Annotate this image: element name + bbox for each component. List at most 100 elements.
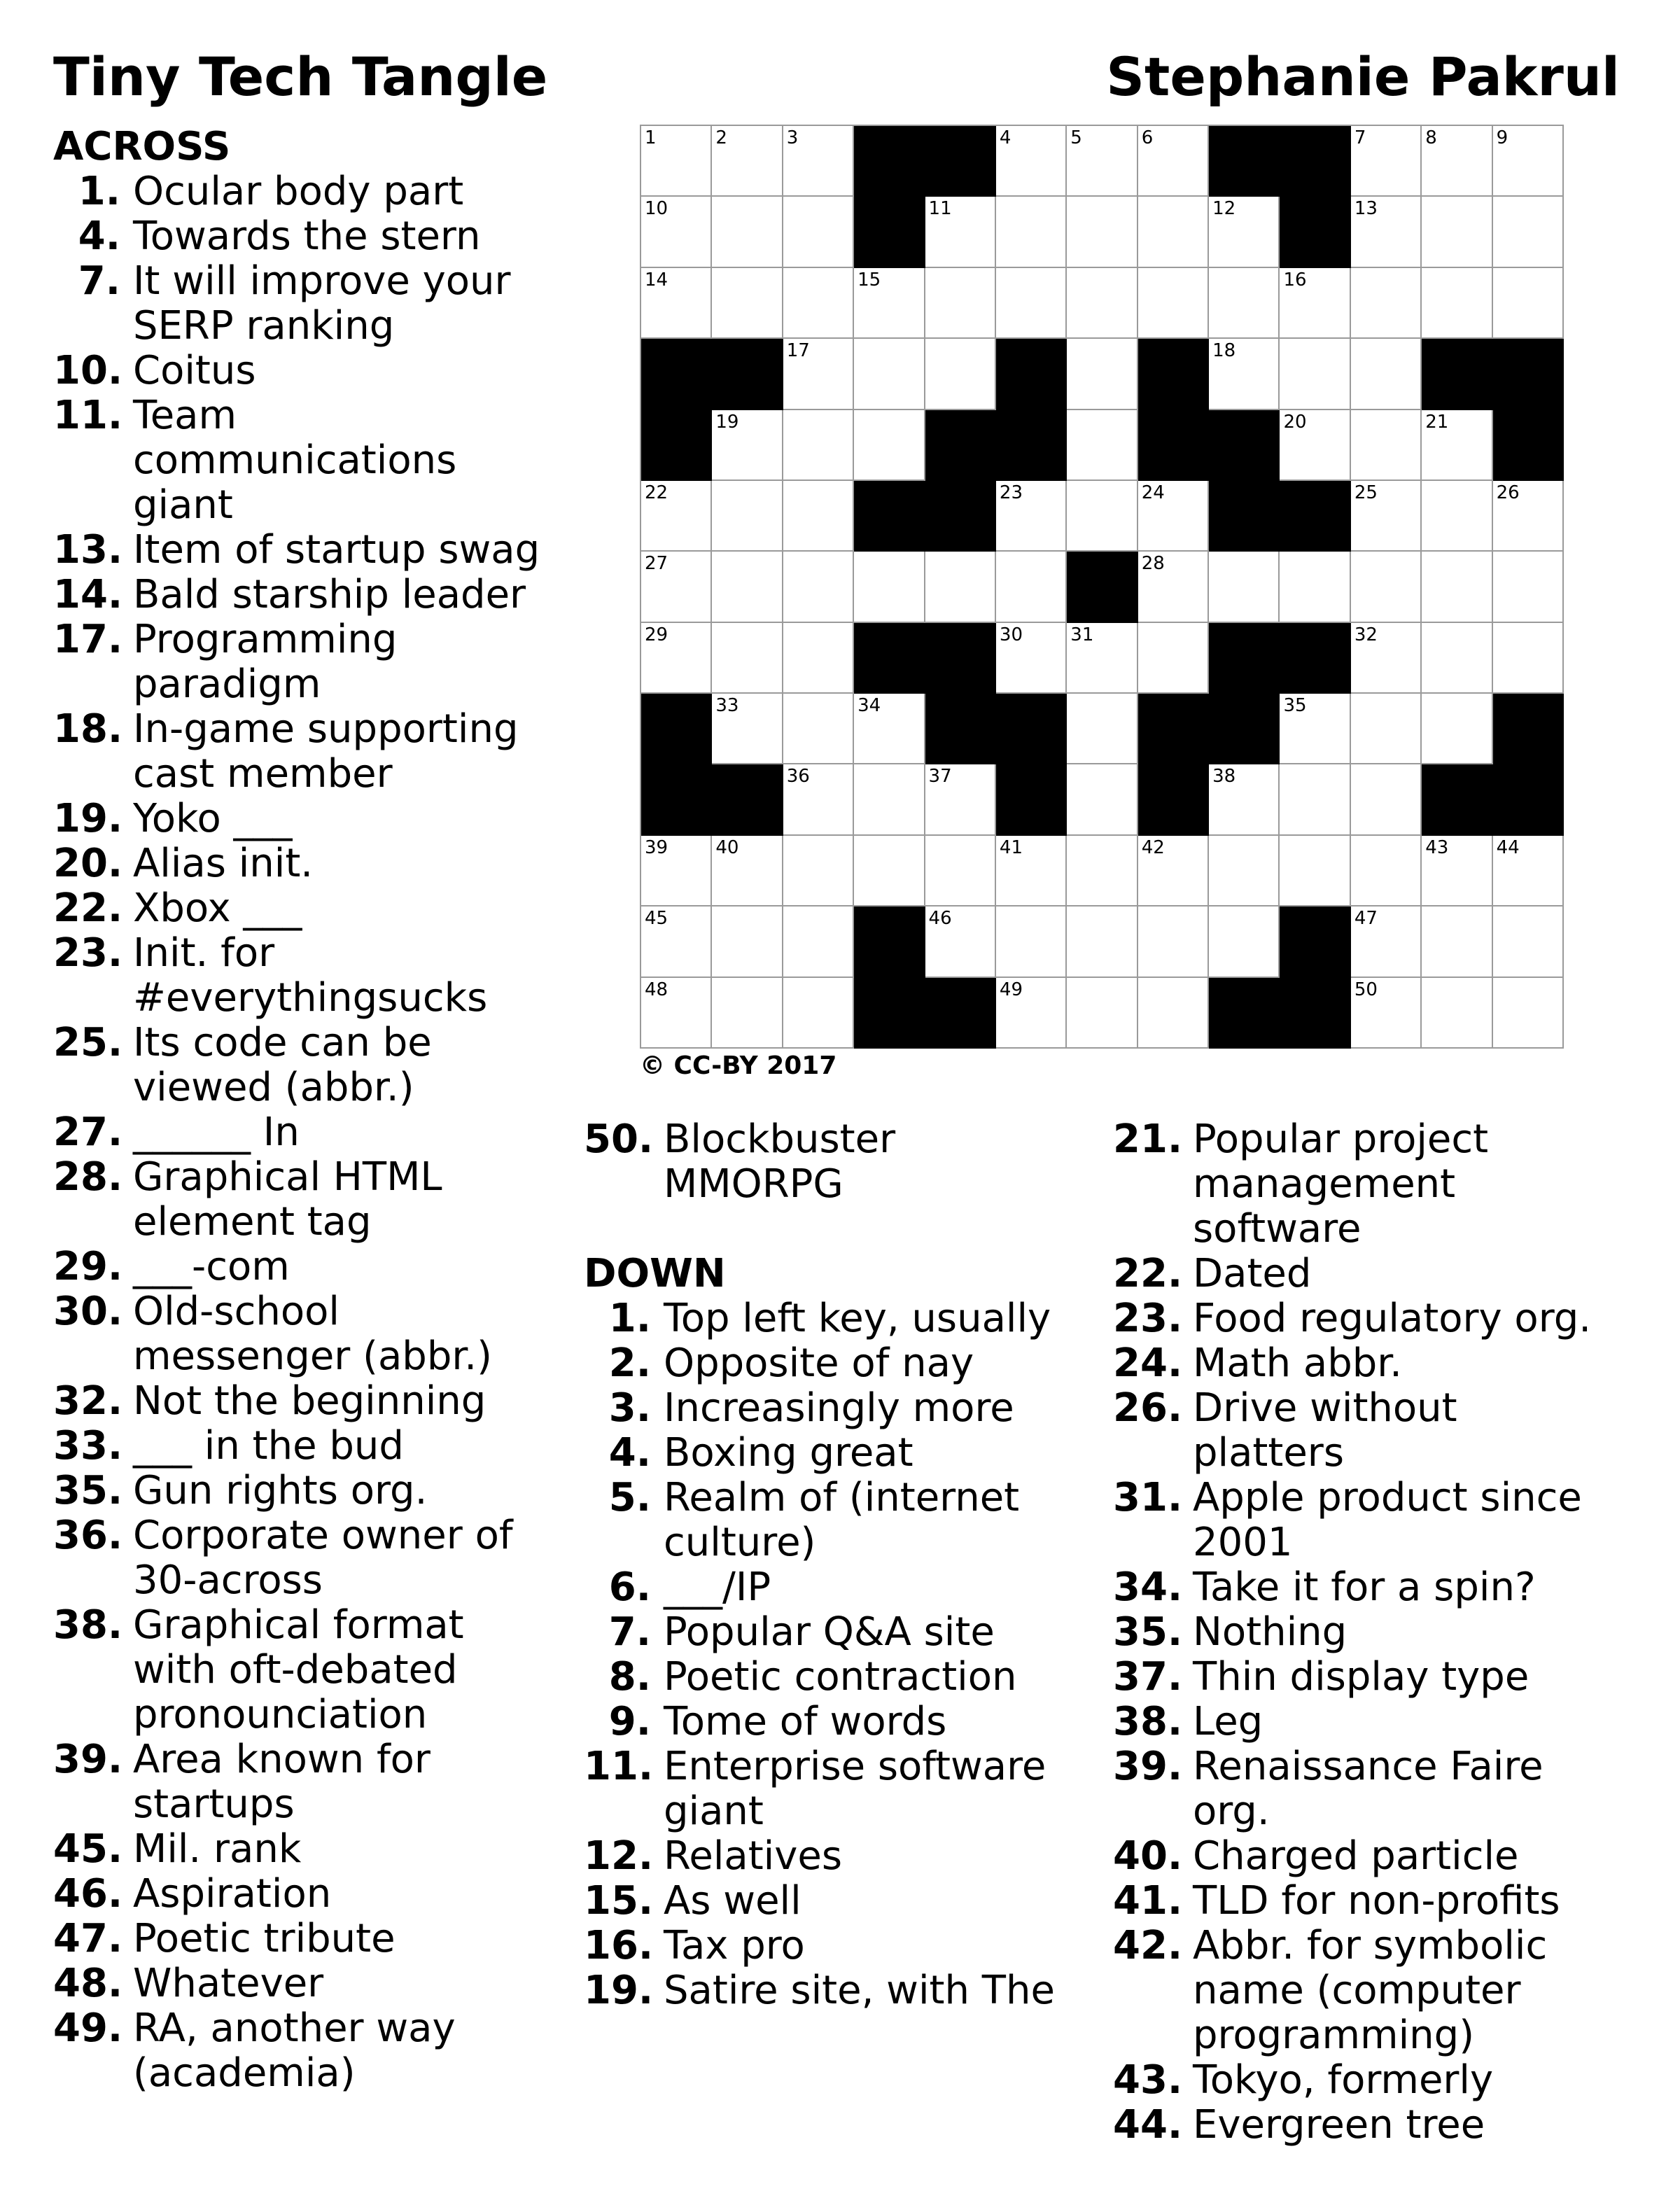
grid-cell[interactable] [712,552,783,623]
grid-cell[interactable] [1492,197,1564,268]
grid-cell[interactable] [1422,552,1493,623]
grid-cell[interactable] [925,835,996,907]
grid-cell[interactable] [1280,339,1351,410]
grid-cell[interactable] [1138,267,1210,340]
grid-cell[interactable] [1422,906,1493,978]
grid-cell[interactable] [854,339,925,410]
grid-cell[interactable] [1209,267,1280,340]
grid-cell[interactable] [1067,694,1138,765]
grid-cell[interactable]: 1 [641,126,713,197]
grid-cell[interactable] [1422,694,1493,765]
grid-cell[interactable] [1138,977,1210,1049]
grid-cell[interactable]: 34 [854,694,925,765]
grid-cell[interactable] [783,977,855,1049]
grid-cell[interactable] [783,480,855,552]
grid-cell[interactable] [1209,552,1280,623]
grid-cell[interactable]: 22 [641,480,713,552]
grid-cell[interactable] [1492,267,1564,340]
grid-cell[interactable] [1492,622,1564,694]
grid-cell[interactable]: 20 [1280,410,1351,481]
grid-cell[interactable] [1492,977,1564,1049]
grid-cell[interactable] [1350,339,1422,410]
grid-cell[interactable] [712,977,783,1049]
grid-cell[interactable]: 2 [712,126,783,197]
grid-cell[interactable] [783,694,855,765]
grid-cell[interactable]: 14 [641,267,713,340]
grid-cell[interactable]: 43 [1422,835,1493,907]
grid-cell[interactable]: 17 [783,339,855,410]
grid-cell[interactable] [712,480,783,552]
grid-cell[interactable] [783,622,855,694]
grid-cell[interactable]: 9 [1492,126,1564,197]
grid-cell[interactable]: 42 [1138,835,1210,907]
grid-cell[interactable] [1492,552,1564,623]
grid-cell[interactable]: 12 [1209,197,1280,268]
grid-cell[interactable] [1138,622,1210,694]
grid-cell[interactable]: 46 [925,906,996,978]
grid-cell[interactable] [925,339,996,410]
grid-cell[interactable]: 11 [925,197,996,268]
grid-cell[interactable]: 27 [641,552,713,623]
grid-cell[interactable] [1280,835,1351,907]
grid-cell[interactable]: 6 [1138,126,1210,197]
grid-cell[interactable]: 45 [641,906,713,978]
grid-cell[interactable] [712,622,783,694]
grid-cell[interactable]: 33 [712,694,783,765]
grid-cell[interactable]: 16 [1280,267,1351,340]
grid-cell[interactable]: 7 [1350,126,1422,197]
grid-cell[interactable]: 3 [783,126,855,197]
grid-cell[interactable] [1280,764,1351,836]
grid-cell[interactable]: 31 [1067,622,1138,694]
grid-cell[interactable] [783,197,855,268]
grid-cell[interactable]: 49 [995,977,1068,1049]
grid-cell[interactable]: 13 [1350,197,1422,268]
grid-cell[interactable]: 39 [641,835,713,907]
grid-cell[interactable]: 4 [995,126,1068,197]
grid-cell[interactable] [783,267,855,340]
grid-cell[interactable]: 24 [1138,480,1210,552]
grid-cell[interactable]: 47 [1350,906,1422,978]
grid-cell[interactable] [1209,906,1280,978]
grid-cell[interactable]: 32 [1350,622,1422,694]
grid-cell[interactable] [854,835,925,907]
grid-cell[interactable]: 21 [1422,410,1493,481]
grid-cell[interactable] [995,267,1068,340]
grid-cell[interactable]: 29 [641,622,713,694]
grid-cell[interactable] [1067,835,1138,907]
grid-cell[interactable]: 38 [1209,764,1280,836]
grid-cell[interactable]: 28 [1138,552,1210,623]
grid-cell[interactable] [712,267,783,340]
grid-cell[interactable] [1350,764,1422,836]
grid-cell[interactable]: 15 [854,267,925,340]
grid-cell[interactable]: 40 [712,835,783,907]
grid-cell[interactable] [854,764,925,836]
grid-cell[interactable] [1350,410,1422,481]
grid-cell[interactable] [854,410,925,481]
grid-cell[interactable] [1422,197,1493,268]
grid-cell[interactable] [712,197,783,268]
grid-cell[interactable] [1067,480,1138,552]
grid-cell[interactable]: 41 [995,835,1068,907]
grid-cell[interactable] [1067,906,1138,978]
grid-cell[interactable] [1350,694,1422,765]
grid-cell[interactable] [1422,267,1493,340]
grid-cell[interactable]: 19 [712,410,783,481]
grid-cell[interactable] [1067,197,1138,268]
grid-cell[interactable] [783,410,855,481]
grid-cell[interactable] [995,197,1068,268]
grid-cell[interactable] [712,906,783,978]
grid-cell[interactable] [854,552,925,623]
grid-cell[interactable]: 23 [995,480,1068,552]
grid-cell[interactable]: 44 [1492,835,1564,907]
grid-cell[interactable] [1067,339,1138,410]
grid-cell[interactable] [783,835,855,907]
grid-cell[interactable] [1422,977,1493,1049]
grid-cell[interactable] [1350,552,1422,623]
grid-cell[interactable]: 48 [641,977,713,1049]
grid-cell[interactable]: 50 [1350,977,1422,1049]
grid-cell[interactable]: 30 [995,622,1068,694]
grid-cell[interactable] [995,906,1068,978]
grid-cell[interactable] [1138,906,1210,978]
grid-cell[interactable] [1280,552,1351,623]
grid-cell[interactable] [1067,977,1138,1049]
